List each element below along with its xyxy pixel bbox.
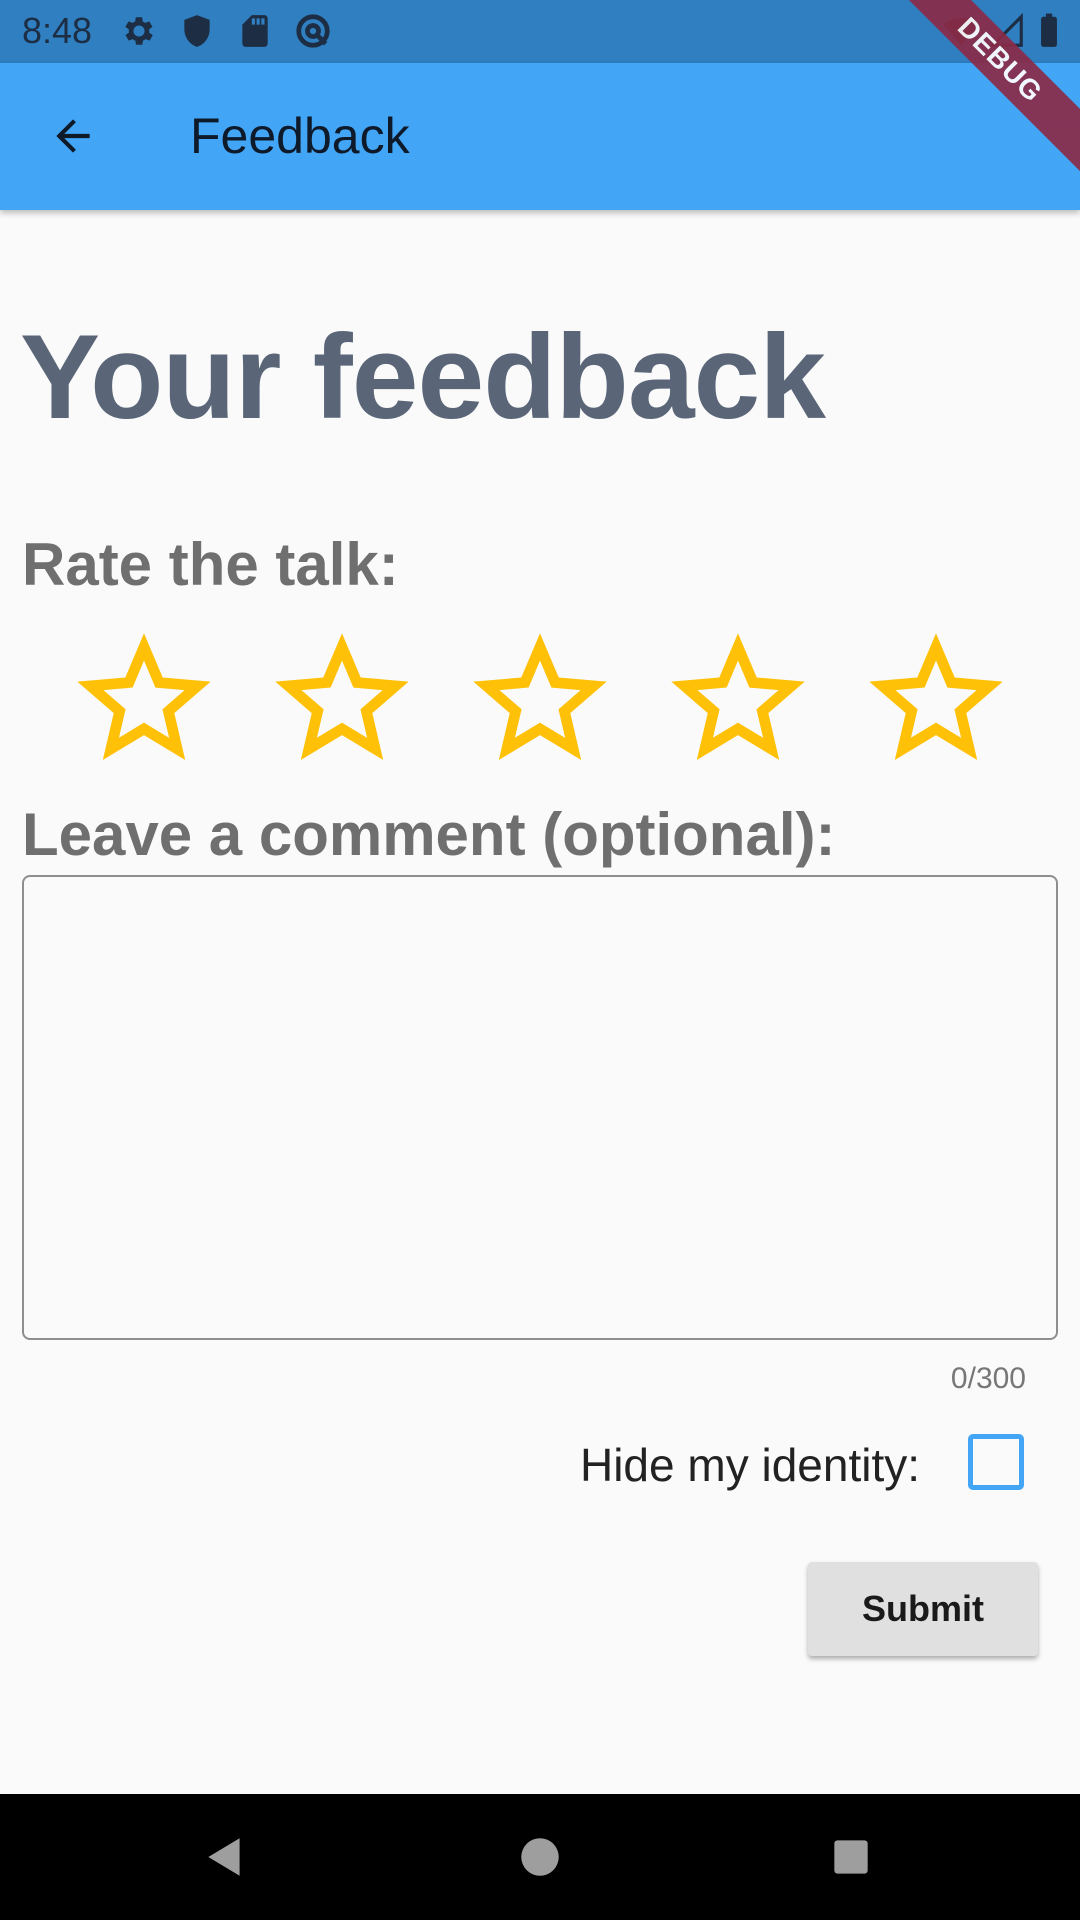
star-icon-5[interactable] <box>852 620 1020 780</box>
battery-icon <box>1030 12 1068 50</box>
nav-recents-button[interactable] <box>818 1824 884 1890</box>
signal-icon <box>988 12 1026 50</box>
rate-label: Rate the talk: <box>22 531 399 598</box>
nav-home-button[interactable] <box>507 1824 573 1890</box>
star-icon-1[interactable] <box>60 620 228 780</box>
home-circle-icon <box>521 1838 559 1876</box>
back-button[interactable] <box>38 101 108 171</box>
sd-card-icon <box>236 12 274 50</box>
wifi-icon <box>942 12 980 50</box>
system-nav-bar <box>0 1794 1080 1920</box>
back-triangle-icon <box>208 1838 240 1876</box>
status-time: 8:48 <box>22 10 93 51</box>
page-title: Feedback <box>190 108 410 164</box>
comment-field[interactable] <box>22 875 1058 1340</box>
star-icon-2[interactable] <box>258 620 426 780</box>
shield-icon <box>178 12 216 50</box>
recents-square-icon <box>834 1840 868 1874</box>
status-bar: 8:48 <box>0 0 1080 63</box>
gear-icon <box>120 12 158 50</box>
app-bar: Feedback <box>0 63 1080 210</box>
hide-identity-label: Hide my identity: <box>579 1439 920 1491</box>
star-icon-4[interactable] <box>654 620 822 780</box>
star-rating <box>60 620 1020 780</box>
submit-button[interactable]: Submit <box>808 1562 1038 1656</box>
comment-label: Leave a comment (optional): <box>22 801 836 868</box>
char-counter: 0/300 <box>950 1362 1026 1395</box>
nav-back-button[interactable] <box>192 1824 258 1890</box>
star-icon-3[interactable] <box>456 620 624 780</box>
hide-identity-checkbox[interactable] <box>968 1434 1024 1490</box>
feedback-heading: Your feedback <box>20 310 826 444</box>
at-sign-icon <box>294 12 332 50</box>
arrow-left-icon <box>56 119 90 153</box>
